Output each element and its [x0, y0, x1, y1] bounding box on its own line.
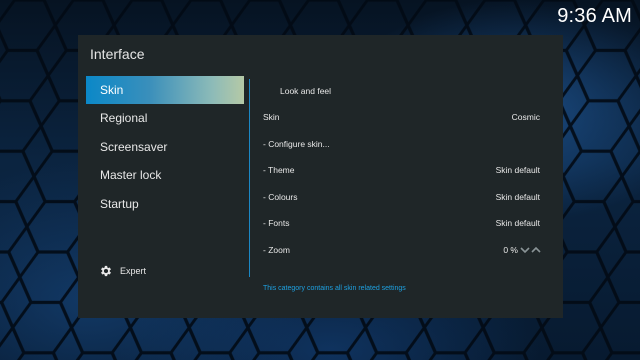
setting-configure-skin[interactable]: - Configure skin...	[263, 131, 542, 158]
setting-fonts[interactable]: - Fonts Skin default	[263, 210, 542, 237]
category-item-skin[interactable]: Skin	[86, 76, 244, 104]
category-item-startup[interactable]: Startup	[86, 190, 244, 219]
category-list: Skin Regional Screensaver Master lock St…	[86, 76, 244, 218]
setting-label: - Zoom	[263, 244, 290, 255]
chevron-spinner-icon[interactable]	[520, 245, 542, 255]
dialog-title: Interface	[90, 46, 145, 62]
setting-colours[interactable]: - Colours Skin default	[263, 184, 542, 211]
setting-value: Skin default	[495, 218, 540, 229]
settings-dialog: Interface Skin Regional Screensaver Mast…	[78, 35, 563, 318]
category-item-regional[interactable]: Regional	[86, 104, 244, 133]
setting-zoom[interactable]: - Zoom 0 %	[263, 237, 542, 264]
help-text: This category contains all skin related …	[263, 285, 406, 292]
gear-icon	[101, 265, 111, 277]
setting-theme[interactable]: - Theme Skin default	[263, 157, 542, 184]
setting-label: - Configure skin...	[263, 138, 330, 149]
group-header: Look and feel	[280, 86, 332, 96]
setting-skin[interactable]: Skin Cosmic	[263, 104, 542, 131]
settings-level-label: Expert	[120, 266, 147, 276]
setting-value: 0 %	[503, 244, 518, 255]
setting-label: - Fonts	[263, 218, 290, 229]
category-item-screensaver[interactable]: Screensaver	[86, 133, 244, 162]
setting-value: Cosmic	[511, 112, 540, 122]
settings-level-button[interactable]: Expert	[99, 264, 146, 278]
setting-label: - Colours	[263, 191, 298, 202]
setting-label: Skin	[263, 112, 280, 122]
settings-list: Look and feel Skin Cosmic - Configure sk…	[263, 76, 542, 264]
setting-value: Skin default	[495, 165, 540, 176]
setting-label: - Theme	[263, 165, 295, 176]
clock: 9:36 AM	[557, 5, 632, 27]
category-item-master-lock[interactable]: Master lock	[86, 161, 244, 190]
divider	[249, 79, 250, 277]
setting-value: Skin default	[495, 191, 540, 202]
